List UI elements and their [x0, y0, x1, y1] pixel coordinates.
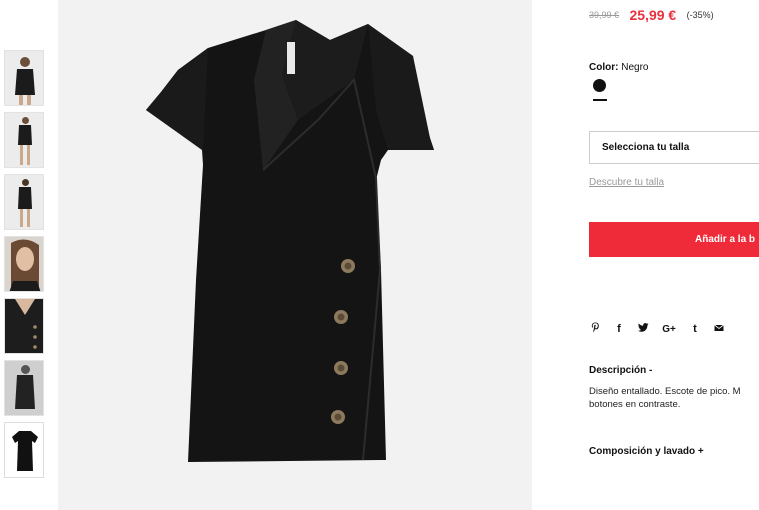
add-to-bag-label: Añadir a la b [695, 234, 756, 245]
color-label-key: Color: [589, 62, 619, 73]
pinterest-icon[interactable] [589, 322, 601, 336]
swatch-selected-indicator [593, 99, 607, 101]
thumbnail-gallery [4, 50, 46, 484]
thumbnail-5[interactable] [4, 298, 44, 354]
google-plus-icon[interactable]: G+ [661, 324, 677, 335]
color-swatch-negro[interactable] [593, 79, 606, 92]
tumblr-icon[interactable]: t [689, 323, 701, 335]
old-price: 39,99 € [589, 9, 620, 20]
product-info-panel: 39,99 € 25,99 € (-35%) Color: Negro Sele… [589, 0, 759, 510]
thumbnail-1[interactable] [4, 50, 44, 106]
discount-badge: (-35%) [686, 9, 714, 20]
price-row: 39,99 € 25,99 € (-35%) [589, 6, 714, 24]
description-text: Diseño entallado. Escote de pico. M boto… [589, 386, 741, 410]
thumbnail-4[interactable] [4, 236, 44, 292]
email-icon[interactable] [713, 323, 725, 335]
size-select[interactable]: Selecciona tu talla [589, 131, 759, 164]
sale-price: 25,99 € [629, 6, 677, 23]
twitter-icon[interactable] [637, 323, 649, 335]
color-value: Negro [621, 62, 649, 73]
composition-title[interactable]: Composición y lavado + [589, 446, 704, 457]
facebook-icon[interactable]: f [613, 323, 625, 335]
main-product-image[interactable] [58, 0, 532, 510]
color-label: Color: Negro [589, 62, 648, 73]
size-guide-link[interactable]: Descubre tu talla [589, 177, 664, 188]
thumbnail-7[interactable] [4, 422, 44, 478]
thumbnail-2[interactable] [4, 112, 44, 168]
add-to-bag-button[interactable]: Añadir a la b [589, 222, 759, 257]
thumbnail-6[interactable] [4, 360, 44, 416]
thumbnail-3[interactable] [4, 174, 44, 230]
description-title[interactable]: Descripción - [589, 365, 652, 376]
share-icons: f G+ t [589, 322, 737, 336]
